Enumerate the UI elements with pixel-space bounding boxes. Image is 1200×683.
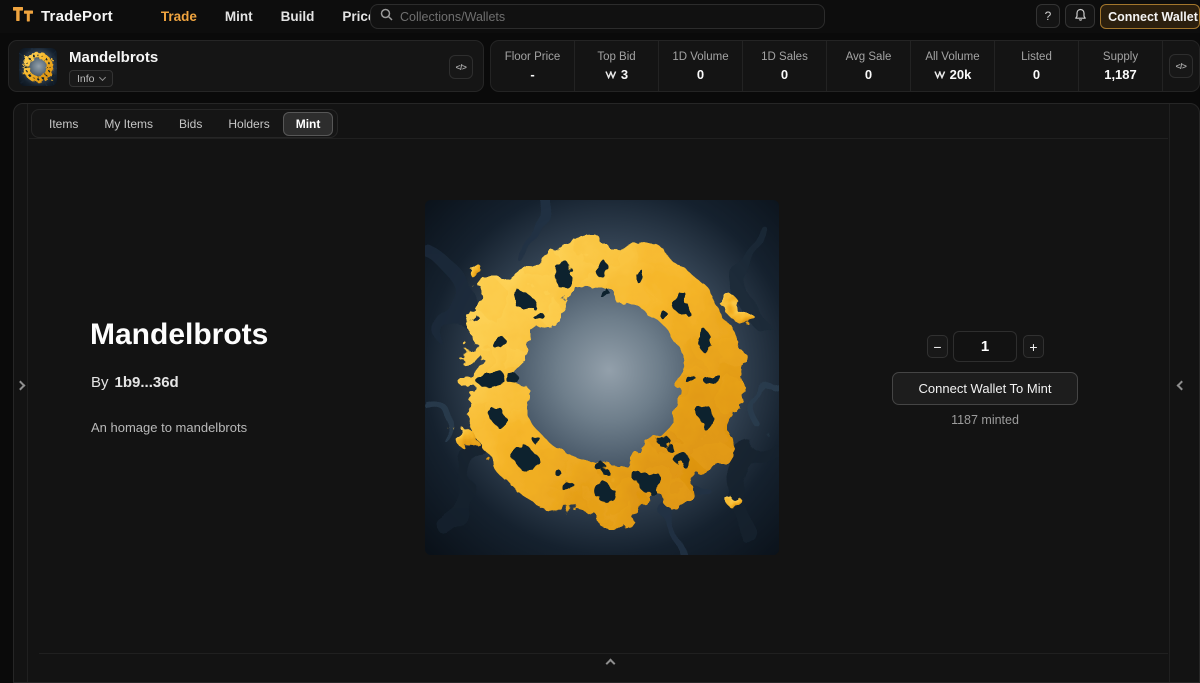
tab-bids[interactable]: Bids xyxy=(166,112,215,136)
chevron-up-icon[interactable] xyxy=(605,659,615,669)
nav-trade[interactable]: Trade xyxy=(161,9,197,24)
quantity-increase-button[interactable]: + xyxy=(1023,335,1044,358)
stat-top-bid: Top Bid 3 xyxy=(575,41,659,91)
code-icon: </> xyxy=(456,62,467,72)
collection-tabs: Items My Items Bids Holders Mint xyxy=(31,109,338,138)
collection-code-button[interactable]: </> xyxy=(449,55,473,79)
tab-my-items[interactable]: My Items xyxy=(91,112,166,136)
search-input[interactable] xyxy=(400,10,815,24)
search-icon xyxy=(380,8,393,26)
brand-name: TradePort xyxy=(41,8,113,25)
stats-code-button[interactable]: </> xyxy=(1169,54,1193,78)
stat-1d-sales: 1D Sales 0 xyxy=(743,41,827,91)
mint-creator-line: By1b9...36d xyxy=(91,374,179,391)
stat-listed: Listed 0 xyxy=(995,41,1079,91)
nav-build[interactable]: Build xyxy=(281,9,315,24)
top-nav: TradePort Trade Mint Build Price Locks ?… xyxy=(0,0,1200,33)
stat-supply: Supply 1,187 xyxy=(1079,41,1163,91)
quantity-decrease-button[interactable]: − xyxy=(927,335,948,358)
connect-wallet-button[interactable]: Connect Wallet xyxy=(1100,4,1200,29)
mint-description: An homage to mandelbrots xyxy=(91,420,247,435)
help-button[interactable]: ? xyxy=(1036,4,1060,28)
chevron-left-icon[interactable] xyxy=(1177,381,1187,391)
help-icon: ? xyxy=(1045,9,1052,23)
tab-items[interactable]: Items xyxy=(36,112,91,136)
minted-count: 1187 minted xyxy=(892,413,1078,427)
tab-holders[interactable]: Holders xyxy=(215,112,282,136)
currency-icon xyxy=(605,70,617,79)
connect-wallet-to-mint-button[interactable]: Connect Wallet To Mint xyxy=(892,372,1078,405)
left-collapse-strip xyxy=(14,104,28,682)
brand[interactable]: TradePort xyxy=(12,6,113,28)
bottom-divider xyxy=(39,653,1168,654)
search-bar[interactable] xyxy=(370,4,825,29)
tabbar-divider xyxy=(29,138,1168,139)
collection-avatar[interactable] xyxy=(19,48,57,86)
chevron-down-icon xyxy=(98,73,105,80)
chevron-right-icon[interactable] xyxy=(16,381,26,391)
stat-avg-sale: Avg Sale 0 xyxy=(827,41,911,91)
stat-all-volume: All Volume 20k xyxy=(911,41,995,91)
creator-address[interactable]: 1b9...36d xyxy=(115,374,179,391)
quantity-input[interactable] xyxy=(953,331,1017,362)
right-collapse-strip xyxy=(1169,104,1191,682)
collection-name: Mandelbrots xyxy=(69,49,158,66)
stat-floor-price: Floor Price - xyxy=(491,41,575,91)
nav-mint[interactable]: Mint xyxy=(225,9,253,24)
tab-mint[interactable]: Mint xyxy=(283,112,334,136)
stat-1d-volume: 1D Volume 0 xyxy=(659,41,743,91)
tradeport-logo-icon xyxy=(12,6,34,28)
code-icon: </> xyxy=(1176,61,1187,71)
bell-icon xyxy=(1074,8,1087,25)
nft-artwork xyxy=(425,200,779,555)
collection-header-card: Mandelbrots Info </> xyxy=(8,40,484,92)
notifications-button[interactable] xyxy=(1065,4,1095,28)
collection-stats-bar: Floor Price - Top Bid 3 1D Volume 0 1D S… xyxy=(490,40,1200,92)
mint-collection-title: Mandelbrots xyxy=(90,318,268,352)
currency-icon xyxy=(934,70,946,79)
info-dropdown[interactable]: Info xyxy=(69,70,113,87)
